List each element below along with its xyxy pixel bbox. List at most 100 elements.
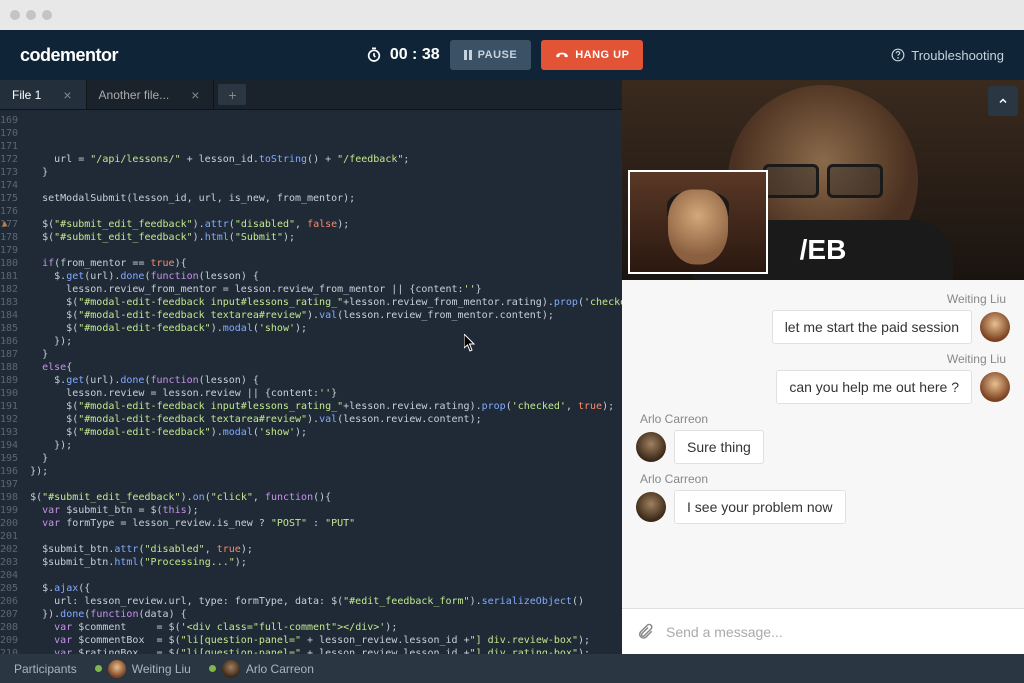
line-number: 179 (0, 244, 18, 257)
status-dot-icon (209, 665, 216, 672)
code-line[interactable]: $.ajax({ (30, 582, 622, 595)
code-line[interactable]: } (30, 348, 622, 361)
avatar[interactable] (980, 312, 1010, 342)
video-self-pip[interactable] (628, 170, 768, 274)
line-number: 189 (0, 374, 18, 387)
main-layout: File 1× Another file... × + 169170171172173… (0, 80, 1024, 654)
code-line[interactable]: lesson.review_from_mentor = lesson.revie… (30, 283, 622, 296)
window-close-dot[interactable] (10, 10, 20, 20)
line-number: ▲177 (0, 218, 18, 231)
editor-tab[interactable]: File 1× (0, 80, 87, 109)
code-line[interactable]: }); (30, 439, 622, 452)
tab-close-icon[interactable]: × (61, 87, 73, 103)
avatar[interactable] (636, 492, 666, 522)
warning-icon[interactable]: ▲ (2, 218, 7, 231)
fold-icon[interactable]: - (2, 452, 7, 465)
editor-tabs: File 1× Another file... × + (0, 80, 622, 110)
code-line[interactable]: $("#submit_edit_feedback").attr("disable… (30, 218, 622, 231)
attachment-icon[interactable] (636, 623, 654, 641)
chat-bubble: Sure thing (674, 430, 764, 464)
fold-icon[interactable]: - (2, 322, 7, 335)
code-line[interactable]: $("#submit_edit_feedback").on("click", f… (30, 491, 622, 504)
code-line[interactable]: lesson.review = lesson.review || {conten… (30, 387, 622, 400)
code-line[interactable]: setModalSubmit(lesson_id, url, is_new, f… (30, 192, 622, 205)
line-number: 201 (0, 530, 18, 543)
window-maximize-dot[interactable] (42, 10, 52, 20)
line-number: 173 (0, 166, 18, 179)
code-line[interactable]: $("#modal-edit-feedback input#lessons_ra… (30, 400, 622, 413)
chat-bubble: I see your problem now (674, 490, 846, 524)
code-line[interactable] (30, 530, 622, 543)
avatar[interactable] (636, 432, 666, 462)
code-line[interactable]: $("#modal-edit-feedback input#lessons_ra… (30, 296, 622, 309)
code-line[interactable]: $("#modal-edit-feedback textarea#review"… (30, 413, 622, 426)
chat-sender-name: Arlo Carreon (636, 412, 712, 426)
line-number: 207 (0, 608, 18, 621)
code-line[interactable]: $("#modal-edit-feedback textarea#review"… (30, 309, 622, 322)
chat-bubble: can you help me out here ? (776, 370, 972, 404)
code-line[interactable] (30, 205, 622, 218)
add-tab-button[interactable]: + (218, 84, 246, 105)
code-line[interactable]: var $comment = $('<div class="full-comme… (30, 621, 622, 634)
code-line[interactable]: $.get(url).done(function(lesson) { (30, 270, 622, 283)
code-line[interactable] (30, 569, 622, 582)
code-line[interactable]: $submit_btn.html("Processing..."); (30, 556, 622, 569)
code-line[interactable]: var $ratingBox = $("li[question-panel=" … (30, 647, 622, 654)
code-line[interactable]: } (30, 452, 622, 465)
code-line[interactable]: }); (30, 335, 622, 348)
tab-label: Another file... (99, 88, 170, 102)
chat-messages[interactable]: Weiting Liulet me start the paid session… (622, 280, 1024, 608)
fold-icon[interactable]: - (2, 335, 7, 348)
brand-logo: codementor (20, 45, 118, 66)
troubleshooting-link[interactable]: Troubleshooting (891, 48, 1004, 63)
code-line[interactable]: if(from_mentor == true){ (30, 257, 622, 270)
line-number: 176 (0, 205, 18, 218)
session-timer: 00 : 38 (366, 46, 440, 64)
line-number: -195 (0, 452, 18, 465)
code-line[interactable]: }); (30, 465, 622, 478)
code-area[interactable]: 169170171172173174175176▲177-17817918018… (0, 110, 622, 654)
fold-icon[interactable]: - (2, 543, 7, 556)
pause-button[interactable]: PAUSE (450, 40, 532, 70)
pause-icon (464, 50, 472, 60)
line-number: 209 (0, 634, 18, 647)
code-line[interactable]: var formType = lesson_review.is_new ? "P… (30, 517, 622, 530)
chat-message-input[interactable] (666, 624, 1010, 640)
line-number: 198 (0, 491, 18, 504)
code-line[interactable]: url = "/api/lessons/" + lesson_id.toStri… (30, 153, 622, 166)
avatar[interactable] (980, 372, 1010, 402)
participant-item[interactable]: Arlo Carreon (209, 660, 314, 678)
code-line[interactable] (30, 478, 622, 491)
window-minimize-dot[interactable] (26, 10, 36, 20)
code-line[interactable] (30, 179, 622, 192)
fold-icon[interactable]: - (2, 231, 7, 244)
participant-item[interactable]: Weiting Liu (95, 660, 191, 678)
chevron-up-icon (997, 95, 1009, 107)
hangup-button[interactable]: HANG UP (541, 40, 643, 70)
help-icon (891, 48, 905, 62)
chat-message-group: Weiting Liulet me start the paid session (636, 292, 1010, 344)
code-line[interactable]: var $submit_btn = $(this); (30, 504, 622, 517)
right-pane: /EB Weiting Liulet me start the paid ses… (622, 80, 1024, 654)
collapse-video-button[interactable] (988, 86, 1018, 116)
line-gutter: 169170171172173174175176▲177-17817918018… (0, 110, 24, 654)
editor-tab[interactable]: Another file... × (87, 80, 215, 109)
line-number: 184 (0, 309, 18, 322)
code-line[interactable]: else{ (30, 361, 622, 374)
code-line[interactable]: }).done(function(data) { (30, 608, 622, 621)
tab-close-icon[interactable]: × (189, 87, 201, 103)
code-line[interactable]: $("#submit_edit_feedback").html("Submit"… (30, 231, 622, 244)
code-line[interactable]: $("#modal-edit-feedback").modal('show'); (30, 322, 622, 335)
participant-name: Arlo Carreon (246, 662, 314, 676)
code-line[interactable]: $submit_btn.attr("disabled", true); (30, 543, 622, 556)
code-line[interactable]: var $commentBox = $("li[question-panel="… (30, 634, 622, 647)
code-line[interactable] (30, 244, 622, 257)
code-line[interactable]: url: lesson_review.url, type: formType, … (30, 595, 622, 608)
line-number: -178 (0, 231, 18, 244)
line-number: 199 (0, 504, 18, 517)
code-line[interactable]: $.get(url).done(function(lesson) { (30, 374, 622, 387)
code-body[interactable]: url = "/api/lessons/" + lesson_id.toStri… (24, 110, 622, 654)
code-line[interactable]: $("#modal-edit-feedback").modal('show'); (30, 426, 622, 439)
line-number: 171 (0, 140, 18, 153)
code-line[interactable]: } (30, 166, 622, 179)
